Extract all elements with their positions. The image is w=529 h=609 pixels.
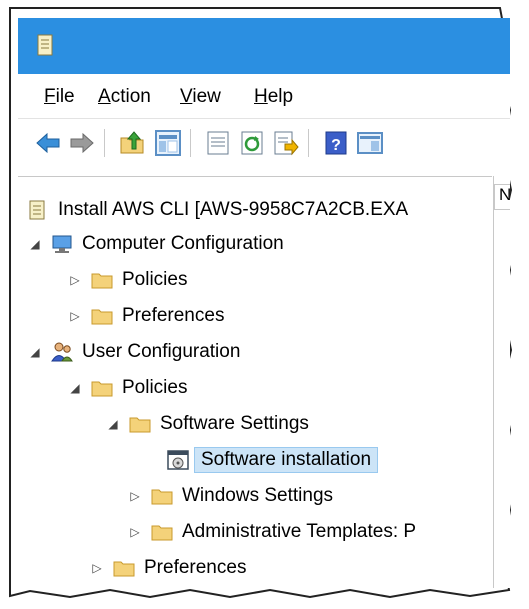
tree-node-user-configuration[interactable]: ◢ User Configuration	[28, 335, 240, 369]
tree-node-software-installation[interactable]: Software installation	[166, 443, 379, 477]
collapsed-arrow-icon[interactable]: ▷	[128, 525, 142, 539]
tree-node-computer-configuration[interactable]: ◢ Computer Configuration	[28, 227, 284, 261]
tree-node-label: Install AWS CLI [AWS-9958C7A2CB.EXA	[58, 199, 409, 220]
collapsed-arrow-icon[interactable]: ▷	[68, 309, 82, 323]
folder-icon	[91, 273, 113, 289]
up-folder-icon[interactable]	[118, 129, 146, 157]
show-hide-action-pane-icon[interactable]	[356, 129, 384, 157]
console-tree: Install AWS CLI [AWS-9958C7A2CB.EXA ◢ Co…	[18, 176, 492, 588]
tree-node-label: Software Settings	[160, 413, 309, 434]
computer-icon	[52, 235, 72, 253]
gpo-editor-app-icon	[37, 34, 53, 56]
toolbar-separator	[190, 129, 191, 157]
menu-view[interactable]: View	[180, 86, 221, 108]
export-list-icon[interactable]	[272, 129, 300, 157]
tree-node-label: Windows Settings	[182, 485, 334, 506]
folder-icon	[91, 381, 113, 397]
folder-icon	[129, 417, 151, 433]
gpo-editor-window: File Action View Help ? Install AWS CLI …	[18, 18, 510, 588]
expanded-arrow-icon[interactable]: ◢	[68, 381, 82, 395]
tree-node-cc-policies[interactable]: ▷ Policies	[68, 263, 187, 297]
tree-node-software-settings[interactable]: ◢ Software Settings	[106, 407, 309, 441]
toolbar-separator	[308, 129, 309, 157]
tree-node-label: Policies	[122, 377, 188, 398]
expanded-arrow-icon[interactable]: ◢	[106, 417, 120, 431]
tree-node-label: Software installation	[194, 447, 379, 473]
toolbar-separator	[104, 129, 105, 157]
tree-node-label: Policies	[122, 269, 188, 290]
expanded-arrow-icon[interactable]: ◢	[28, 345, 42, 359]
back-icon[interactable]	[34, 129, 62, 157]
folder-icon	[151, 525, 173, 541]
tree-node-windows-settings[interactable]: ▷ Windows Settings	[128, 479, 333, 513]
tree-node-label: Preferences	[122, 305, 225, 326]
toolbar: ?	[18, 119, 510, 169]
svg-text:?: ?	[331, 137, 341, 154]
folder-icon	[91, 309, 113, 325]
tree-node-label: Preferences	[144, 557, 247, 578]
properties-icon[interactable]	[204, 129, 232, 157]
refresh-icon[interactable]	[238, 129, 266, 157]
tree-node-cc-preferences[interactable]: ▷ Preferences	[68, 299, 224, 333]
tree-node-uc-policies[interactable]: ◢ Policies	[68, 371, 187, 405]
collapsed-arrow-icon[interactable]: ▷	[128, 489, 142, 503]
collapsed-arrow-icon[interactable]: ▷	[68, 273, 82, 287]
folder-icon	[113, 561, 135, 577]
collapsed-arrow-icon[interactable]: ▷	[90, 561, 104, 575]
menu-help[interactable]: Help	[254, 86, 293, 108]
tree-node-label: User Configuration	[82, 341, 241, 362]
software-installation-icon	[167, 450, 189, 470]
column-header[interactable]: N	[494, 184, 510, 210]
expanded-arrow-icon[interactable]: ◢	[28, 237, 42, 251]
show-hide-tree-icon[interactable]	[154, 129, 182, 157]
forward-icon[interactable]	[68, 129, 96, 157]
title-bar	[18, 18, 510, 74]
tree-node-label: Computer Configuration	[82, 233, 284, 254]
menu-action[interactable]: Action	[98, 86, 151, 108]
tree-node-gpo-root[interactable]: Install AWS CLI [AWS-9958C7A2CB.EXA	[26, 193, 408, 227]
details-pane: N	[493, 176, 510, 588]
help-icon[interactable]: ?	[322, 129, 350, 157]
gpo-scroll-icon	[29, 200, 45, 220]
tree-node-uc-preferences[interactable]: ▷ Preferences	[90, 551, 246, 585]
users-icon	[51, 342, 73, 362]
folder-icon	[151, 489, 173, 505]
tree-node-label: Administrative Templates: P	[182, 521, 417, 542]
tree-node-administrative-templates[interactable]: ▷ Administrative Templates: P	[128, 515, 416, 549]
menu-file[interactable]: File	[44, 86, 75, 108]
menu-bar: File Action View Help	[18, 74, 510, 119]
